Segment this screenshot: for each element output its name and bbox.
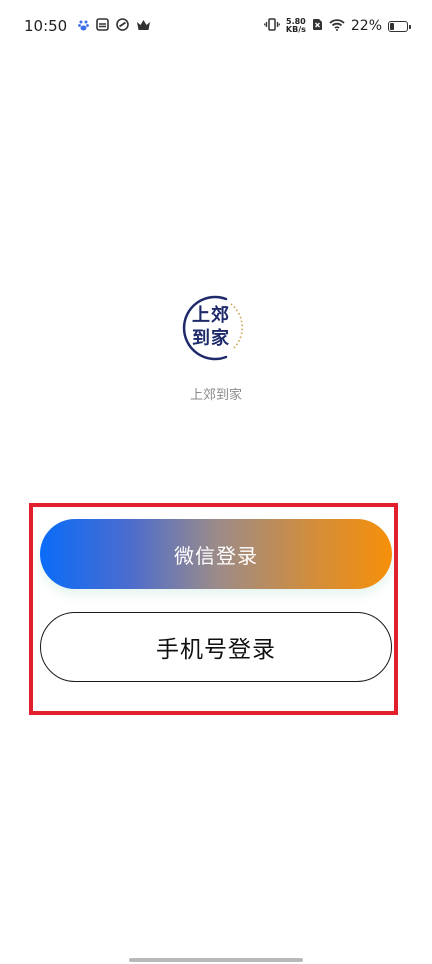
status-right: 5.80 KB/s 22% xyxy=(264,17,411,35)
net-speed: 5.80 KB/s xyxy=(286,18,306,34)
inbox-icon xyxy=(96,17,110,35)
wechat-login-button[interactable]: 微信登录 xyxy=(40,519,392,589)
wifi-icon xyxy=(329,17,345,35)
baidu-paw-icon xyxy=(78,17,90,35)
status-left: 10:50 xyxy=(24,17,151,35)
battery-icon xyxy=(388,20,411,32)
login-screen: 10:50 5.80 KB/s 22% 上郊 到家 上郊到家 微信登录 手机号登… xyxy=(0,0,432,964)
logo-text: 上郊 到家 xyxy=(192,304,230,350)
wechat-login-label: 微信登录 xyxy=(174,543,258,568)
home-indicator[interactable] xyxy=(129,958,303,962)
logo-line-1: 上郊 xyxy=(192,305,230,326)
app-name: 上郊到家 xyxy=(189,388,242,403)
phone-login-button[interactable]: 手机号登录 xyxy=(40,612,392,682)
net-speed-unit: KB/s xyxy=(285,25,306,34)
no-sim-icon xyxy=(312,17,323,35)
vibrate-icon xyxy=(264,17,280,35)
battery-fill xyxy=(390,22,394,30)
sync-app-icon xyxy=(116,17,130,35)
crown-icon xyxy=(136,17,151,35)
status-time: 10:50 xyxy=(24,17,68,35)
logo-line-2: 到家 xyxy=(192,328,230,349)
status-bar: 10:50 5.80 KB/s 22% xyxy=(0,0,432,52)
phone-login-label: 手机号登录 xyxy=(156,637,276,663)
app-logo: 上郊 到家 xyxy=(174,290,250,366)
battery-percent: 22% xyxy=(350,18,382,34)
